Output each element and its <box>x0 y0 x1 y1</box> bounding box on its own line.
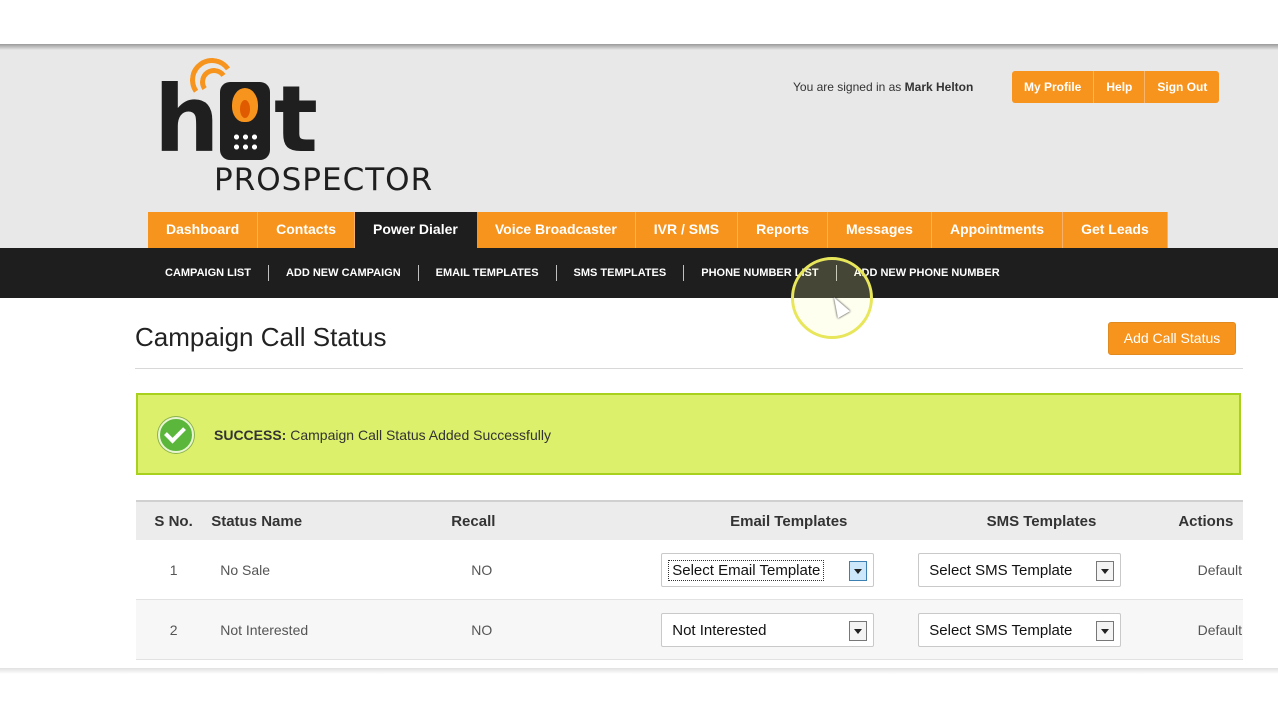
help-button[interactable]: Help <box>1094 71 1146 103</box>
subnav-add-new-campaign[interactable]: ADD NEW CAMPAIGN <box>267 265 418 281</box>
cell-action-default[interactable]: Default <box>1169 599 1243 660</box>
subnav-email-templates[interactable]: EMAIL TEMPLATES <box>417 265 556 281</box>
tab-contacts[interactable]: Contacts <box>258 212 356 248</box>
header-sno: S No. <box>136 500 212 540</box>
cell-sno: 2 <box>136 599 212 660</box>
subnav-sms-templates[interactable]: SMS TEMPLATES <box>555 265 684 281</box>
keypad-icon <box>232 132 260 152</box>
tab-appointments[interactable]: Appointments <box>931 212 1064 248</box>
email-template-value: Not Interested <box>672 621 767 639</box>
cell-sno: 1 <box>136 540 212 600</box>
add-call-status-button[interactable]: Add Call Status <box>1108 322 1236 355</box>
signed-in-text: You are signed in as Mark Helton <box>793 80 973 94</box>
table-header-row: S No. Status Name Recall Email Templates… <box>136 500 1243 540</box>
subnav-campaign-list[interactable]: CAMPAIGN LIST <box>148 265 268 281</box>
frame-top <box>0 0 1278 46</box>
frame-bottom <box>0 668 1278 720</box>
chevron-down-icon[interactable] <box>1096 560 1115 581</box>
logo-letter-t: t <box>274 66 318 173</box>
chevron-down-icon[interactable] <box>849 620 868 641</box>
signed-in-prefix: You are signed in as <box>793 80 902 94</box>
header-recall: Recall <box>451 500 665 540</box>
logo-subtitle: PROSPECTOR <box>214 162 434 198</box>
cell-recall: NO <box>451 599 665 660</box>
success-alert: SUCCESS: Campaign Call Status Added Succ… <box>136 393 1241 475</box>
header-email-templates: Email Templates <box>664 500 914 540</box>
main-nav: Dashboard Contacts Power Dialer Voice Br… <box>148 212 1168 248</box>
flame-core-icon <box>240 100 250 118</box>
cell-email-template: Select Email Template <box>661 540 914 600</box>
my-profile-button[interactable]: My Profile <box>1012 71 1095 103</box>
cell-status-name: Not Interested <box>211 599 452 660</box>
sms-template-select[interactable]: Select SMS Template <box>918 612 1122 647</box>
chevron-down-icon[interactable] <box>1096 620 1115 641</box>
chevron-down-icon[interactable] <box>849 560 868 581</box>
cell-status-name: No Sale <box>211 540 452 600</box>
cell-action-default[interactable]: Default <box>1169 540 1243 600</box>
header-actions: Actions <box>1169 500 1243 540</box>
alert-text: SUCCESS: Campaign Call Status Added Succ… <box>214 427 551 443</box>
tab-get-leads[interactable]: Get Leads <box>1063 212 1168 248</box>
signed-in-user: Mark Helton <box>904 80 974 94</box>
sms-template-value: Select SMS Template <box>929 621 1073 639</box>
sms-template-value: Select SMS Template <box>929 561 1073 579</box>
cell-recall: NO <box>451 540 665 600</box>
table-row: 1 No Sale NO Select Email Template Selec… <box>136 540 1243 600</box>
user-menu: My Profile Help Sign Out <box>1012 71 1220 103</box>
cell-sms-template: Select SMS Template <box>913 599 1170 660</box>
header-sms-templates: SMS Templates <box>913 500 1170 540</box>
frame-bottom-divider <box>0 668 1278 674</box>
tab-voice-broadcaster[interactable]: Voice Broadcaster <box>476 212 636 248</box>
sub-nav: CAMPAIGN LIST ADD NEW CAMPAIGN EMAIL TEM… <box>0 248 1278 298</box>
cell-email-template: Not Interested <box>661 599 914 660</box>
logo-letter-h: h <box>154 66 219 173</box>
title-divider <box>135 368 1243 369</box>
tab-dashboard[interactable]: Dashboard <box>148 212 259 248</box>
email-template-select[interactable]: Select Email Template <box>661 552 875 587</box>
tab-power-dialer[interactable]: Power Dialer <box>355 212 477 248</box>
alert-message: Campaign Call Status Added Successfully <box>290 427 551 443</box>
table-row: 2 Not Interested NO Not Interested Selec… <box>136 599 1243 660</box>
page-title: Campaign Call Status <box>135 322 387 352</box>
sub-nav-items: CAMPAIGN LIST ADD NEW CAMPAIGN EMAIL TEM… <box>148 248 1017 298</box>
checkmark-icon <box>158 417 194 453</box>
email-template-value: Select Email Template <box>668 559 825 581</box>
tab-ivr-sms[interactable]: IVR / SMS <box>635 212 739 248</box>
tab-messages[interactable]: Messages <box>828 212 932 248</box>
tab-reports[interactable]: Reports <box>738 212 829 248</box>
hot-prospector-logo[interactable]: h t PROSPECTOR <box>150 54 450 198</box>
sms-template-select[interactable]: Select SMS Template <box>918 552 1122 587</box>
cell-sms-template: Select SMS Template <box>913 540 1170 600</box>
header-status-name: Status Name <box>211 500 452 540</box>
alert-label: SUCCESS: <box>214 427 287 443</box>
email-template-select[interactable]: Not Interested <box>661 612 875 647</box>
sign-out-button[interactable]: Sign Out <box>1145 71 1219 103</box>
